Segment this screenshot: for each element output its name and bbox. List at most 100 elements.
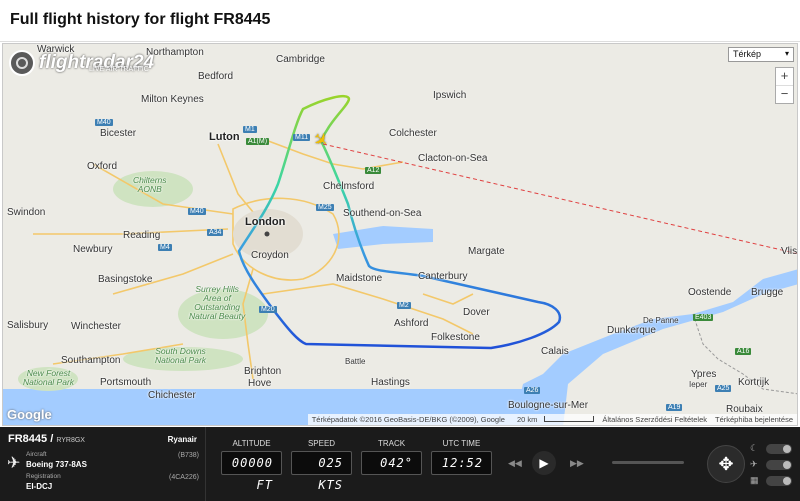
place-london: London — [245, 216, 286, 228]
google-logo: Google — [7, 407, 52, 422]
place-ypres: Ypres — [691, 369, 717, 380]
plane-small-icon: ✈ — [750, 459, 758, 469]
area-south-downs: South Downs National Park — [155, 346, 207, 365]
road-shield: E403 — [693, 314, 714, 321]
flight-number: FR8445 — [8, 433, 48, 445]
scale-bar — [544, 416, 595, 422]
map-type-label: Térkép — [733, 49, 762, 59]
layers-toggle[interactable]: ▦ — [750, 475, 796, 487]
place-ashford: Ashford — [394, 318, 429, 329]
place-basingstoke: Basingstoke — [98, 274, 153, 285]
place-canterbury: Canterbury — [418, 271, 468, 282]
night-mode-toggle[interactable]: ☾ — [750, 443, 796, 455]
place-margate: Margate — [468, 246, 505, 257]
time-label: UTC TIME — [442, 439, 481, 448]
aircraft-label: Aircraft — [26, 451, 47, 458]
map-attribution-bar: Térképadatok ©2016 GeoBasis-DE/BKG (©200… — [307, 414, 797, 425]
altitude-readout: ALTITUDE 00000 FT — [221, 427, 282, 501]
road-shield: M2 — [397, 302, 411, 309]
road-shield: M40 — [95, 119, 113, 126]
place-ieper: Ieper — [689, 380, 708, 389]
road-shield: M40 — [188, 208, 206, 215]
place-winchester: Winchester — [71, 321, 122, 332]
place-bicester: Bicester — [100, 128, 137, 139]
play-button[interactable]: ▶ — [532, 451, 556, 475]
zoom-out-button[interactable]: − — [776, 86, 793, 103]
scale-label: 20 km — [516, 415, 538, 424]
fast-forward-button[interactable]: ▶▶ — [570, 458, 584, 469]
map-type-select[interactable]: Térkép ▾ — [728, 47, 794, 62]
flight-map[interactable]: Northampton Warwick Cambridge Bedford Ip… — [2, 43, 798, 426]
place-chelmsford: Chelmsford — [323, 181, 375, 192]
area-chilterns: Chilterns AONB — [133, 175, 167, 194]
zoom-in-button[interactable]: + — [776, 68, 793, 86]
place-vlis: Vliss — [781, 246, 798, 257]
place-hove: Hove — [248, 378, 272, 389]
road-shield: A26 — [524, 387, 541, 394]
radar-logo-icon — [9, 50, 35, 76]
place-northampton: Northampton — [146, 47, 204, 58]
place-hastings: Hastings — [371, 377, 410, 388]
terms-link[interactable]: Általános Szerződési Feltételek — [598, 415, 711, 424]
place-luton: Luton — [209, 131, 240, 143]
move-map-icon[interactable]: ✥ — [707, 445, 745, 483]
place-boulogne: Boulogne-sur-Mer — [508, 400, 589, 411]
place-brugge: Brugge — [751, 287, 784, 298]
road-shield: A16 — [735, 348, 752, 355]
london-marker — [264, 231, 270, 237]
place-southend: Southend-on-Sea — [343, 208, 422, 219]
registration-value: EI-DCJ — [26, 482, 53, 491]
rewind-button[interactable]: ◀◀ — [508, 458, 522, 469]
report-error-link[interactable]: Térképhiba bejelentése — [711, 415, 797, 424]
track-label: TRACK — [377, 439, 406, 448]
aircraft-code: (B738) — [177, 452, 199, 459]
place-colchester: Colchester — [389, 128, 437, 139]
chevron-down-icon: ▾ — [784, 49, 789, 58]
track-value: 042° — [361, 451, 422, 475]
place-brighton: Brighton — [244, 366, 282, 377]
labels-toggle[interactable]: ✈ — [750, 459, 796, 471]
place-battle: Battle — [345, 357, 366, 366]
place-oxford: Oxford — [87, 161, 118, 172]
page-title: Full flight history for flight FR8445 — [0, 0, 800, 42]
road-shield: A19 — [666, 404, 683, 411]
playback-speed-slider[interactable] — [612, 461, 684, 464]
area-surrey-hills: Surrey Hills Area of Outstanding Natural… — [189, 284, 246, 321]
place-chichester: Chichester — [148, 390, 196, 401]
road-shield: M25 — [316, 204, 334, 211]
place-cambridge: Cambridge — [276, 54, 325, 65]
road-shield: A34 — [207, 229, 224, 236]
grid-icon: ▦ — [750, 475, 759, 485]
place-maidstone: Maidstone — [336, 273, 383, 284]
place-kortrijk: Kortrijk — [738, 377, 770, 388]
road-shield: M1 — [243, 126, 257, 133]
speed-readout: SPEED 025 KTS — [291, 427, 352, 501]
hex-code: (4CA226) — [169, 474, 199, 481]
altitude-value: 00000 FT — [221, 451, 282, 492]
flight-info: FR8445 / RYR8GX Ryanair ✈ Aircraft Boein… — [0, 427, 206, 501]
track-readout: TRACK 042° — [361, 427, 422, 501]
place-bedford: Bedford — [198, 71, 234, 82]
registration-label: Registration — [26, 473, 61, 480]
playback-panel: FR8445 / RYR8GX Ryanair ✈ Aircraft Boein… — [0, 427, 800, 501]
altitude-label: ALTITUDE — [232, 439, 271, 448]
logo-subtitle: LIVE AIR TRAFFIC — [89, 66, 149, 73]
airline-name: Ryanair — [167, 435, 197, 444]
road-shield: A1(M) — [246, 138, 270, 145]
map-data-attribution: Térképadatok ©2016 GeoBasis-DE/BKG (©200… — [311, 415, 505, 424]
road-shield: M4 — [158, 244, 172, 251]
place-southampton: Southampton — [61, 355, 121, 366]
place-de-panne: De Panne — [643, 316, 679, 325]
callsign: RYR8GX — [56, 437, 85, 444]
time-value: 12:52 — [431, 451, 492, 475]
place-oostende: Oostende — [688, 287, 732, 298]
place-dunkerque: Dunkerque — [607, 325, 656, 336]
area-new-forest: New Forest National Park — [23, 368, 75, 387]
place-dover: Dover — [463, 307, 490, 318]
toggle-switch — [766, 476, 792, 486]
map-scale: 20 km — [509, 415, 598, 424]
zoom-control: + − — [775, 67, 794, 104]
place-salisbury: Salisbury — [7, 320, 49, 331]
road-shield: M20 — [259, 306, 277, 313]
toggle-switch — [766, 460, 792, 470]
